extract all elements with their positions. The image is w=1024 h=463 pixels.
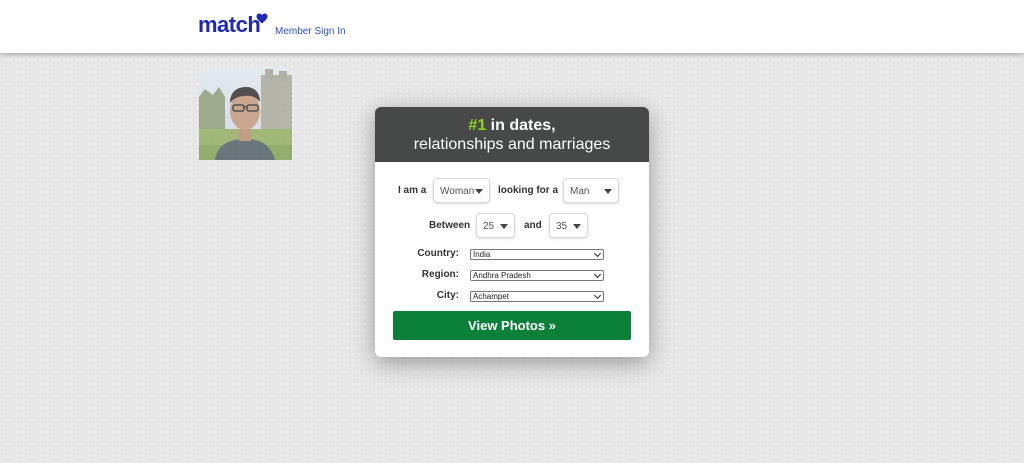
chevron-down-icon <box>593 270 602 279</box>
seeking-dropdown[interactable]: Man <box>563 178 619 203</box>
gender-value: Woman <box>440 186 475 197</box>
card-subheadline: relationships and marriages <box>413 136 611 153</box>
looking-for-label: looking for a <box>498 185 558 196</box>
between-label: Between <box>429 220 471 231</box>
region-select[interactable]: Andhra Pradesh <box>470 270 604 281</box>
country-select[interactable]: India <box>470 249 604 260</box>
site-header: match Member Sign In <box>0 0 1024 53</box>
view-photos-button[interactable]: View Photos » <box>393 311 631 340</box>
headline-accent: #1 <box>468 117 487 134</box>
and-label: and <box>524 220 542 231</box>
region-label: Region: <box>421 269 459 280</box>
age-min-value: 25 <box>483 221 495 232</box>
caret-down-icon <box>500 224 508 229</box>
age-max-value: 35 <box>556 221 568 232</box>
profile-photo <box>199 67 292 160</box>
card-header: #1 in dates, relationships and marriages <box>375 107 649 162</box>
i-am-label: I am a <box>398 185 427 196</box>
member-sign-in-link[interactable]: Member Sign In <box>275 26 346 37</box>
age-max-dropdown[interactable]: 35 <box>549 213 588 238</box>
card-headline: #1 in dates, <box>375 116 649 135</box>
caret-down-icon <box>604 189 612 194</box>
heart-icon <box>256 13 268 24</box>
city-select[interactable]: Achampet <box>470 291 604 302</box>
age-min-dropdown[interactable]: 25 <box>476 213 515 238</box>
signup-card: #1 in dates, relationships and marriages… <box>375 107 649 357</box>
city-label: City: <box>436 290 459 301</box>
caret-down-icon <box>475 189 483 194</box>
gender-dropdown[interactable]: Woman <box>433 178 490 203</box>
region-value: Andhra Pradesh <box>473 271 531 280</box>
seeking-value: Man <box>570 186 590 197</box>
country-value: India <box>473 250 491 259</box>
person-photo-icon <box>199 67 292 160</box>
city-value: Achampet <box>473 292 510 301</box>
chevron-down-icon <box>593 249 602 258</box>
country-label: Country: <box>417 248 459 259</box>
chevron-down-icon <box>593 291 602 300</box>
match-logo[interactable]: match <box>198 12 261 38</box>
headline-text: in dates, <box>486 117 556 134</box>
caret-down-icon <box>573 224 581 229</box>
